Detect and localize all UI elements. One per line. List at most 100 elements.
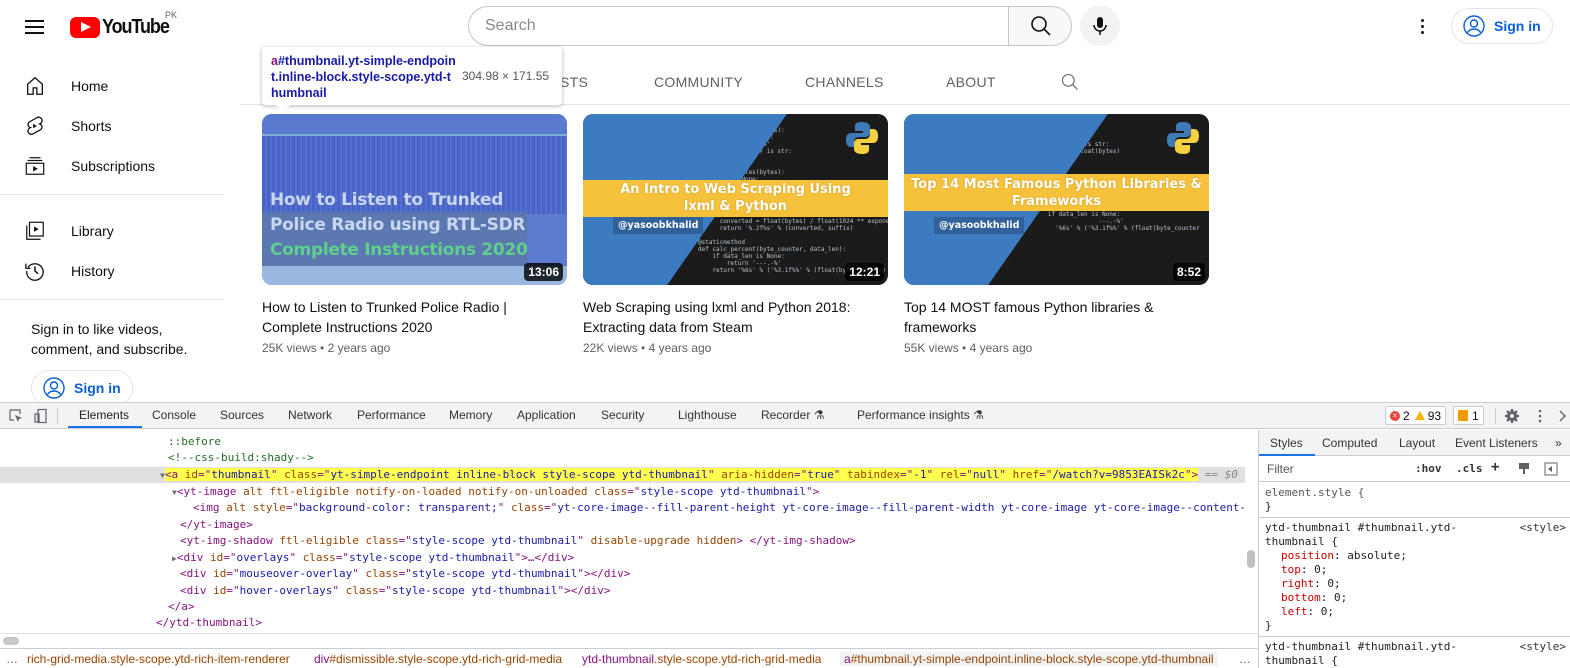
close-devtools-icon[interactable]: [1556, 408, 1570, 424]
tab-network[interactable]: Network: [288, 408, 332, 422]
tab-community[interactable]: COMMUNITY: [654, 74, 743, 90]
sidebar-item-history[interactable]: History: [12, 251, 212, 291]
breadcrumb-item[interactable]: div#dismissible.style-scope.ytd-rich-gri…: [314, 652, 562, 666]
device-toolbar-icon[interactable]: [33, 408, 49, 424]
elements-scrollbar[interactable]: [1247, 550, 1255, 568]
breadcrumb-overflow[interactable]: …: [1239, 652, 1251, 666]
console-counts-badge[interactable]: × 2 93: [1385, 406, 1447, 425]
elements-tree: ::before <!--css-build:shady--> ▼<a id="…: [0, 430, 1258, 638]
class-toggle[interactable]: .cls: [1456, 462, 1483, 475]
tab-styles[interactable]: Styles: [1270, 436, 1303, 450]
breadcrumb-item[interactable]: ytd-thumbnail.style-scope.ytd-rich-grid-…: [582, 652, 821, 666]
tab-channels[interactable]: CHANNELS: [805, 74, 884, 90]
search-button[interactable]: [1008, 6, 1072, 46]
python-logo-icon: [1167, 122, 1199, 154]
inspector-tooltip: a#thumbnail.yt-simple-endpoint.inline-bl…: [262, 47, 562, 112]
issues-badge[interactable]: 1: [1453, 406, 1484, 425]
video-thumbnail[interactable]: bytes(bytes): bytes is None: 'N/A' type(…: [904, 114, 1209, 285]
tab-about[interactable]: ABOUT: [946, 74, 996, 90]
tab-computed[interactable]: Computed: [1322, 436, 1377, 450]
sidebar-item-shorts[interactable]: Shorts: [12, 106, 212, 146]
more-vert-icon[interactable]: [1410, 14, 1434, 38]
sign-in-label: Sign in: [1494, 18, 1541, 34]
video-thumbnail[interactable]: How to Listen to Trunked Police Radio us…: [262, 114, 567, 285]
more-options-icon[interactable]: [1532, 408, 1548, 424]
youtube-logo[interactable]: YouTube PK: [70, 10, 177, 39]
dom-node-yt-image-close[interactable]: </yt-image>: [0, 517, 1245, 533]
tab-lighthouse[interactable]: Lighthouse: [678, 408, 737, 422]
dom-node-a-close[interactable]: </a>: [0, 599, 1245, 615]
error-icon: ×: [1390, 410, 1400, 421]
sidebar-item-library[interactable]: Library: [12, 211, 212, 251]
dom-node-hover-overlays[interactable]: <div id="hover-overlays" class="style-sc…: [0, 583, 1245, 599]
sidebar-sign-in-button[interactable]: Sign in: [31, 370, 133, 402]
style-source-link[interactable]: <style>: [1520, 521, 1566, 534]
tab-memory[interactable]: Memory: [449, 408, 492, 422]
style-declaration[interactable]: top: 0;: [1265, 563, 1564, 577]
horizontal-scrollbar[interactable]: [0, 633, 1258, 647]
video-thumbnail[interactable]: @staticmethod def format_bytes(bytes): i…: [583, 114, 888, 285]
styles-filter-input[interactable]: [1263, 460, 1405, 478]
page: YouTube PK Sign in Home: [0, 0, 1570, 668]
more-tabs-icon[interactable]: »: [1555, 436, 1562, 450]
search-input[interactable]: [468, 6, 1009, 46]
tab-elements[interactable]: Elements: [79, 408, 129, 422]
video-title[interactable]: Top 14 MOST famous Python libraries & fr…: [904, 297, 1194, 337]
tab-recorder[interactable]: Recorder ⚗: [761, 408, 824, 422]
sidebar: Home Shorts Subscriptions Library Histor…: [0, 56, 223, 402]
styles-filter-bar: :hov .cls +: [1259, 457, 1570, 482]
tab-layout[interactable]: Layout: [1399, 436, 1435, 450]
styles-pane: Styles Computed Layout Event Listeners »…: [1259, 430, 1570, 668]
style-declaration[interactable]: position: absolute;: [1265, 549, 1564, 563]
style-declaration[interactable]: bottom: 0;: [1265, 591, 1564, 605]
menu-icon[interactable]: [24, 16, 46, 38]
dom-node-img[interactable]: <img alt style="background-color: transp…: [0, 500, 1246, 516]
dom-node-ytd-thumbnail-close[interactable]: </ytd-thumbnail>: [0, 615, 1245, 631]
sidebar-item-home[interactable]: Home: [12, 66, 212, 106]
hover-state-toggle[interactable]: :hov: [1415, 462, 1442, 475]
dom-node-overlays[interactable]: ▶<div id="overlays" class="style-scope y…: [0, 550, 1245, 566]
account-icon: [1463, 15, 1485, 37]
shorts-icon: [27, 116, 43, 135]
video-meta: 55K views • 4 years ago: [904, 341, 1033, 355]
tab-console[interactable]: Console: [152, 408, 196, 422]
style-rule-element[interactable]: element.style { }: [1259, 483, 1570, 518]
tab-event-listeners[interactable]: Event Listeners: [1455, 436, 1538, 450]
breadcrumb-item-selected[interactable]: a#thumbnail.yt-simple-endpoint.inline-bl…: [840, 652, 1218, 666]
settings-gear-icon[interactable]: [1504, 408, 1520, 424]
tab-performance[interactable]: Performance: [357, 408, 426, 422]
dom-node-yt-img-shadow[interactable]: <yt-img-shadow ftl-eligible class="style…: [0, 533, 1245, 549]
dom-node-selected-anchor[interactable]: ▼<a id="thumbnail" class="yt-simple-endp…: [0, 467, 1245, 484]
style-declaration[interactable]: left: 0;: [1265, 605, 1564, 619]
style-source-link[interactable]: <style>: [1520, 640, 1566, 653]
style-declaration[interactable]: right: 0;: [1265, 577, 1564, 591]
new-style-rule-icon[interactable]: +: [1491, 459, 1499, 475]
video-title[interactable]: Web Scraping using lxml and Python 2018:…: [583, 297, 873, 337]
voice-search-button[interactable]: [1080, 6, 1120, 46]
logo-text: YouTube: [102, 15, 170, 38]
video-title[interactable]: How to Listen to Trunked Police Radio | …: [262, 297, 552, 337]
dom-node-mouseover-overlay[interactable]: <div id="mouseover-overlay" class="style…: [0, 566, 1245, 582]
paint-format-icon[interactable]: [1517, 462, 1531, 476]
tab-posts[interactable]: STS: [560, 74, 588, 90]
tab-performance-insights[interactable]: Performance insights ⚗: [857, 408, 984, 422]
channel-search-icon[interactable]: [1060, 72, 1080, 92]
tab-application[interactable]: Application: [517, 408, 576, 422]
dom-node-yt-image[interactable]: ▼<yt-image alt ftl-eligible notify-on-lo…: [0, 484, 1245, 500]
tab-sources[interactable]: Sources: [220, 408, 264, 422]
dom-node-comment[interactable]: <!--css-build:shady-->: [0, 450, 1245, 466]
sign-in-button[interactable]: Sign in: [1451, 8, 1553, 44]
thumbnail-handle: @yasoobkhalid: [934, 217, 1025, 234]
style-rule[interactable]: ytd-thumbnail #thumbnail.ytd-thumbnail {…: [1259, 637, 1570, 668]
style-rule[interactable]: ytd-thumbnail #thumbnail.ytd-thumbnail {…: [1259, 518, 1570, 637]
thumbnail-handle: @yasoobkhalid: [613, 217, 704, 234]
sidebar-item-label: Shorts: [71, 118, 112, 134]
inspect-element-icon[interactable]: [8, 408, 24, 424]
devtools-toolbar: Elements Console Sources Network Perform…: [0, 403, 1570, 429]
breadcrumb-item[interactable]: rich-grid-media.style-scope.ytd-rich-ite…: [27, 652, 290, 666]
dom-node-before[interactable]: ::before: [0, 434, 1245, 450]
breadcrumb-overflow[interactable]: …: [6, 652, 18, 666]
sidebar-item-subscriptions[interactable]: Subscriptions: [12, 146, 212, 186]
toggle-sidebar-icon[interactable]: [1544, 462, 1558, 476]
tab-security[interactable]: Security: [601, 408, 644, 422]
